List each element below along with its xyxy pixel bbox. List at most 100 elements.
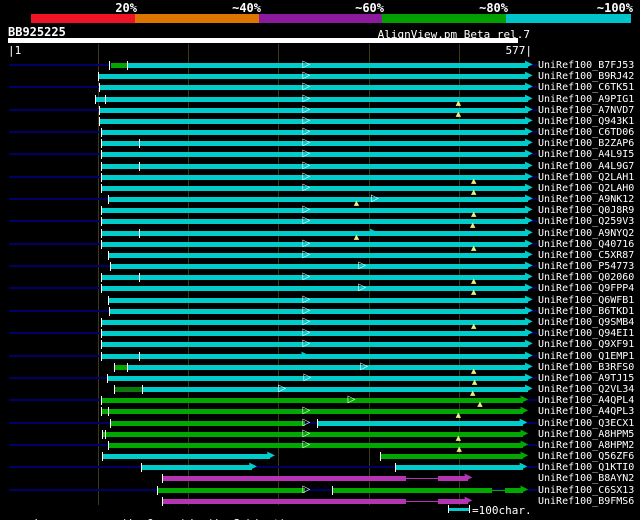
- alignment-segment[interactable]: [406, 500, 438, 502]
- alignment-segment[interactable]: [406, 478, 438, 480]
- hit-label[interactable]: UniRef100_C6SX13: [538, 485, 634, 496]
- alignment-segment[interactable]: [304, 130, 528, 136]
- hit-label[interactable]: UniRef100_Q9SMB4: [538, 317, 634, 328]
- alignment-segment[interactable]: [157, 487, 305, 493]
- hit-label[interactable]: UniRef100_Q9XF91: [538, 339, 634, 350]
- alignment-segment[interactable]: [305, 375, 528, 381]
- alignment-segment[interactable]: [304, 118, 528, 124]
- alignment-segment[interactable]: [349, 398, 524, 404]
- alignment-segment[interactable]: [101, 275, 305, 281]
- alignment-segment[interactable]: [304, 275, 528, 281]
- alignment-segment[interactable]: [304, 353, 528, 359]
- alignment-segment[interactable]: [304, 297, 528, 303]
- hit-label[interactable]: UniRef100_Q6WFB1: [538, 295, 634, 306]
- hit-label[interactable]: UniRef100_Q2LAH0: [538, 183, 634, 194]
- hit-label[interactable]: UniRef100_A8HPM2: [538, 440, 634, 451]
- alignment-segment[interactable]: [101, 152, 305, 158]
- alignment-segment[interactable]: [304, 141, 528, 147]
- alignment-segment[interactable]: [304, 342, 528, 348]
- hit-label[interactable]: UniRef100_A4L9I5: [538, 149, 634, 160]
- alignment-segment[interactable]: [304, 185, 528, 191]
- alignment-segment[interactable]: [100, 85, 305, 91]
- alignment-segment[interactable]: [100, 107, 305, 113]
- alignment-segment[interactable]: [304, 252, 528, 258]
- alignment-segment[interactable]: [304, 96, 528, 102]
- alignment-segment[interactable]: [101, 320, 305, 325]
- alignment-segment[interactable]: [101, 185, 305, 191]
- hit-label[interactable]: UniRef100_Q9FPP4: [538, 283, 634, 294]
- hit-label[interactable]: UniRef100_Q2VL34: [538, 384, 634, 395]
- alignment-segment[interactable]: [114, 364, 128, 370]
- alignment-segment[interactable]: [304, 320, 528, 325]
- hit-label[interactable]: UniRef100_Q259V3: [538, 216, 634, 227]
- alignment-segment[interactable]: [102, 454, 271, 460]
- alignment-segment[interactable]: [101, 409, 305, 415]
- alignment-segment[interactable]: [304, 85, 528, 91]
- alignment-segment[interactable]: [373, 197, 528, 203]
- alignment-segment[interactable]: [101, 230, 373, 236]
- alignment-segment[interactable]: [101, 130, 305, 136]
- alignment-segment[interactable]: [109, 308, 305, 314]
- hit-label[interactable]: UniRef100_P54773: [538, 261, 634, 272]
- alignment-segment[interactable]: [142, 465, 253, 471]
- hit-label[interactable]: UniRef100_B9FMS6: [538, 496, 634, 507]
- alignment-segment[interactable]: [318, 420, 523, 426]
- alignment-segment[interactable]: [304, 152, 528, 158]
- hit-label[interactable]: UniRef100_C6TD06: [538, 127, 634, 138]
- alignment-segment[interactable]: [101, 219, 305, 225]
- alignment-segment[interactable]: [109, 252, 305, 258]
- hit-label[interactable]: UniRef100_B7FJ53: [538, 60, 634, 71]
- hit-label[interactable]: UniRef100_Q2LAH1: [538, 172, 634, 183]
- hit-label[interactable]: UniRef100_A7NVD7: [538, 105, 634, 116]
- alignment-segment[interactable]: [437, 476, 468, 482]
- alignment-segment[interactable]: [304, 208, 528, 214]
- alignment-segment[interactable]: [101, 286, 361, 292]
- alignment-segment[interactable]: [99, 74, 305, 80]
- alignment-segment[interactable]: [110, 420, 305, 426]
- alignment-segment[interactable]: [280, 387, 528, 393]
- alignment-segment[interactable]: [127, 63, 305, 68]
- alignment-segment[interactable]: [304, 431, 524, 437]
- hit-label[interactable]: UniRef100_Q56ZF6: [538, 451, 634, 462]
- alignment-segment[interactable]: [127, 364, 363, 370]
- alignment-segment[interactable]: [101, 141, 305, 147]
- alignment-segment[interactable]: [491, 489, 505, 491]
- alignment-segment[interactable]: [110, 63, 128, 68]
- hit-label[interactable]: UniRef100_A9PIG1: [538, 94, 634, 105]
- hit-label[interactable]: UniRef100_B9RJ42: [538, 71, 634, 82]
- alignment-segment[interactable]: [101, 241, 305, 247]
- alignment-segment[interactable]: [101, 353, 305, 359]
- hit-label[interactable]: UniRef100_A9NK12: [538, 194, 634, 205]
- hit-label[interactable]: UniRef100_A4QPL3: [538, 406, 634, 417]
- hit-label[interactable]: UniRef100_B6TKD1: [538, 306, 634, 317]
- hit-label[interactable]: UniRef100_B8AYN2: [538, 473, 634, 484]
- hit-label[interactable]: UniRef100_A9TJ15: [538, 373, 634, 384]
- alignment-segment[interactable]: [101, 208, 305, 214]
- hit-label[interactable]: UniRef100_A4QPL4: [538, 395, 634, 406]
- alignment-segment[interactable]: [362, 364, 528, 370]
- alignment-segment[interactable]: [163, 498, 407, 504]
- alignment-segment[interactable]: [304, 107, 528, 113]
- hit-label[interactable]: UniRef100_A9NYQ2: [538, 228, 634, 239]
- alignment-segment[interactable]: [304, 219, 528, 225]
- alignment-segment[interactable]: [373, 230, 528, 236]
- alignment-segment[interactable]: [108, 375, 306, 381]
- hit-label[interactable]: UniRef100_B2ZAP6: [538, 138, 634, 149]
- hit-label[interactable]: UniRef100_Q94EI1: [538, 328, 634, 339]
- alignment-segment[interactable]: [142, 387, 281, 393]
- hit-label[interactable]: UniRef100_Q02060: [538, 272, 634, 283]
- alignment-segment[interactable]: [381, 454, 524, 460]
- hit-label[interactable]: UniRef100_Q0J8R9: [538, 205, 634, 216]
- hit-label[interactable]: UniRef100_Q1KTI0: [538, 462, 634, 473]
- hit-label[interactable]: UniRef100_Q1EMP1: [538, 351, 634, 362]
- alignment-segment[interactable]: [109, 197, 374, 203]
- alignment-segment[interactable]: [304, 442, 524, 448]
- hit-label[interactable]: UniRef100_C5XR87: [538, 250, 634, 261]
- alignment-segment[interactable]: [101, 163, 305, 169]
- alignment-segment[interactable]: [163, 476, 407, 482]
- alignment-segment[interactable]: [109, 297, 305, 303]
- alignment-segment[interactable]: [109, 442, 305, 448]
- hit-label[interactable]: UniRef100_A4L9G7: [538, 161, 634, 172]
- alignment-segment[interactable]: [110, 264, 361, 270]
- alignment-segment[interactable]: [304, 241, 528, 247]
